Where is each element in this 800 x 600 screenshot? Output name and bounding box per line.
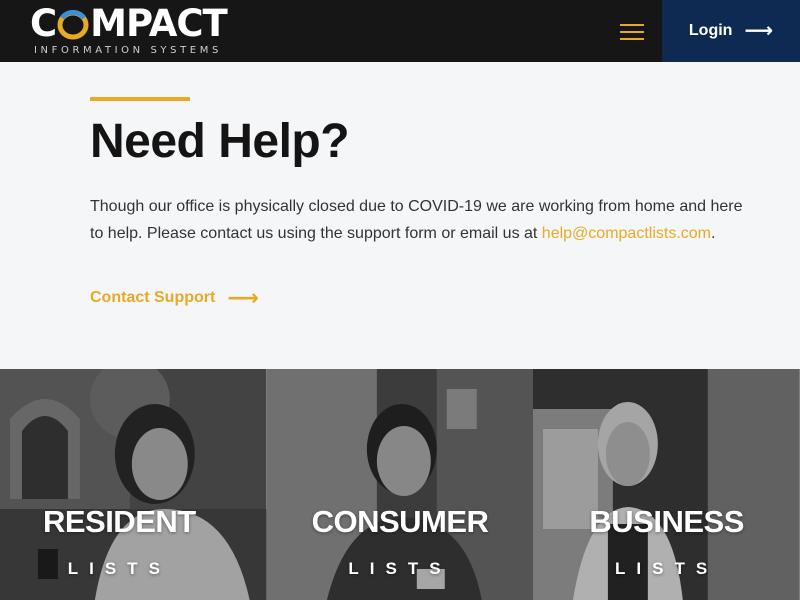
help-heading: Need Help? bbox=[90, 115, 350, 168]
logo-tagline: INFORMATION SYSTEMS bbox=[34, 45, 222, 56]
logo-wordmark: C MPACT bbox=[30, 2, 228, 45]
support-email-link[interactable]: help@compactlists.com bbox=[542, 225, 711, 242]
site-header: C MPACT INFORMATION SYSTEMS Login ⟶ bbox=[0, 0, 800, 62]
list-categories: RESIDENT LISTS CONSUMER LISTS BUSINESS L… bbox=[0, 369, 800, 600]
resident-lists-card[interactable]: RESIDENT LISTS bbox=[0, 369, 267, 600]
card-title: RESIDENT bbox=[42, 504, 196, 539]
contact-support-label: Contact Support bbox=[90, 289, 216, 306]
card-title: CONSUMER bbox=[311, 504, 489, 539]
accent-divider bbox=[90, 97, 190, 101]
card-title: BUSINESS bbox=[589, 504, 744, 539]
hamburger-menu-icon[interactable] bbox=[620, 24, 644, 42]
card-subtitle: LISTS bbox=[615, 559, 719, 578]
help-paragraph: Though our office is physically closed d… bbox=[90, 193, 760, 247]
contact-support-link[interactable]: Contact Support ⟶ bbox=[90, 287, 259, 309]
login-button[interactable]: Login ⟶ bbox=[662, 0, 800, 62]
arrow-right-icon: ⟶ bbox=[744, 20, 774, 42]
business-lists-card[interactable]: BUSINESS LISTS bbox=[533, 369, 800, 600]
compact-logo[interactable]: C MPACT INFORMATION SYSTEMS bbox=[30, 4, 230, 58]
login-label: Login bbox=[688, 22, 733, 39]
card-subtitle: LISTS bbox=[67, 559, 171, 578]
arrow-right-icon: ⟶ bbox=[227, 285, 259, 310]
help-text-end: . bbox=[710, 225, 716, 242]
logo-ring-icon bbox=[56, 4, 90, 44]
need-help-section: Need Help? Though our office is physical… bbox=[0, 62, 800, 369]
card-subtitle: LISTS bbox=[348, 559, 452, 578]
consumer-lists-card[interactable]: CONSUMER LISTS bbox=[266, 369, 534, 600]
